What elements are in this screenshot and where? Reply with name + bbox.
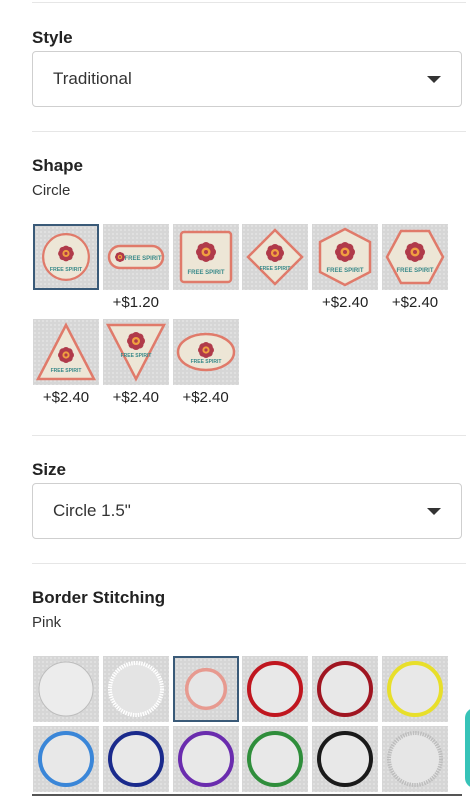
- shape-option-rectangle-pill[interactable]: FREE SPIRIT: [102, 224, 169, 290]
- shape-option-price: +$2.40: [42, 389, 90, 406]
- svg-text:FREE SPIRIT: FREE SPIRIT: [50, 267, 83, 273]
- shape-option-hexagon-flat[interactable]: FREE SPIRIT: [312, 224, 379, 290]
- bottom-divider: [32, 794, 462, 796]
- stitch-option-white[interactable]: [102, 656, 169, 722]
- stitch-option-silver[interactable]: [382, 726, 448, 792]
- shape-option-hexagon-pointy[interactable]: FREE SPIRIT: [382, 224, 448, 290]
- shape-option-square[interactable]: FREE SPIRIT: [172, 224, 239, 290]
- shape-option-price: +$2.40: [322, 294, 369, 311]
- border-stitching-label: Border Stitching: [32, 588, 166, 607]
- stitch-option-red[interactable]: [242, 656, 309, 722]
- section-divider: [32, 131, 466, 132]
- shape-option-diamond[interactable]: FREE SPIRIT: [242, 224, 309, 290]
- shape-label: Shape: [32, 156, 84, 175]
- svg-text:FREE SPIRIT: FREE SPIRIT: [124, 256, 161, 262]
- stitch-option-green[interactable]: [242, 726, 309, 792]
- svg-text:FREE SPIRIT: FREE SPIRIT: [51, 368, 82, 374]
- size-label: Size: [32, 460, 67, 479]
- section-divider: [32, 563, 466, 564]
- shape-option-price: +$2.40: [112, 389, 159, 406]
- section-divider: [32, 435, 466, 436]
- stitch-option-none-light[interactable]: [33, 656, 99, 722]
- shape-option-price: +$2.40: [391, 294, 439, 311]
- style-label: Style: [32, 28, 73, 47]
- chat-bubble-icon[interactable]: [465, 708, 470, 788]
- svg-text:FREE SPIRIT: FREE SPIRIT: [190, 359, 221, 365]
- svg-text:FREE SPIRIT: FREE SPIRIT: [260, 266, 291, 272]
- stitch-option-purple[interactable]: [172, 726, 239, 792]
- size-select[interactable]: Circle 1.5": [32, 483, 462, 539]
- border-stitching-selected-name: Pink: [32, 614, 62, 631]
- svg-text:FREE SPIRIT: FREE SPIRIT: [327, 268, 364, 274]
- stitch-option-light-blue[interactable]: [33, 726, 99, 792]
- chevron-down-icon: [427, 76, 441, 83]
- top-divider: [32, 2, 466, 3]
- shape-selected-name: Circle: [32, 182, 71, 199]
- shape-option-circle[interactable]: FREE SPIRIT: [33, 224, 99, 290]
- svg-text:FREE SPIRIT: FREE SPIRIT: [187, 270, 224, 276]
- size-select-value: Circle 1.5": [53, 501, 131, 520]
- svg-text:FREE SPIRIT: FREE SPIRIT: [120, 353, 151, 359]
- stitch-option-black[interactable]: [312, 726, 379, 792]
- shape-option-triangle-up[interactable]: FREE SPIRIT: [33, 319, 99, 385]
- stitch-option-yellow[interactable]: [382, 656, 448, 722]
- stitch-option-pink[interactable]: [172, 656, 239, 722]
- chevron-down-icon: [427, 508, 441, 515]
- shape-option-price: +$1.20: [112, 294, 159, 311]
- shape-option-triangle-down[interactable]: FREE SPIRIT: [102, 319, 169, 385]
- style-select-value: Traditional: [53, 69, 132, 88]
- style-select[interactable]: Traditional: [32, 51, 462, 107]
- shape-option-oval[interactable]: FREE SPIRIT: [172, 319, 239, 385]
- stitch-option-maroon[interactable]: [312, 656, 379, 722]
- svg-text:FREE SPIRIT: FREE SPIRIT: [396, 268, 433, 274]
- stitch-option-navy[interactable]: [102, 726, 169, 792]
- shape-option-price: +$2.40: [182, 389, 229, 406]
